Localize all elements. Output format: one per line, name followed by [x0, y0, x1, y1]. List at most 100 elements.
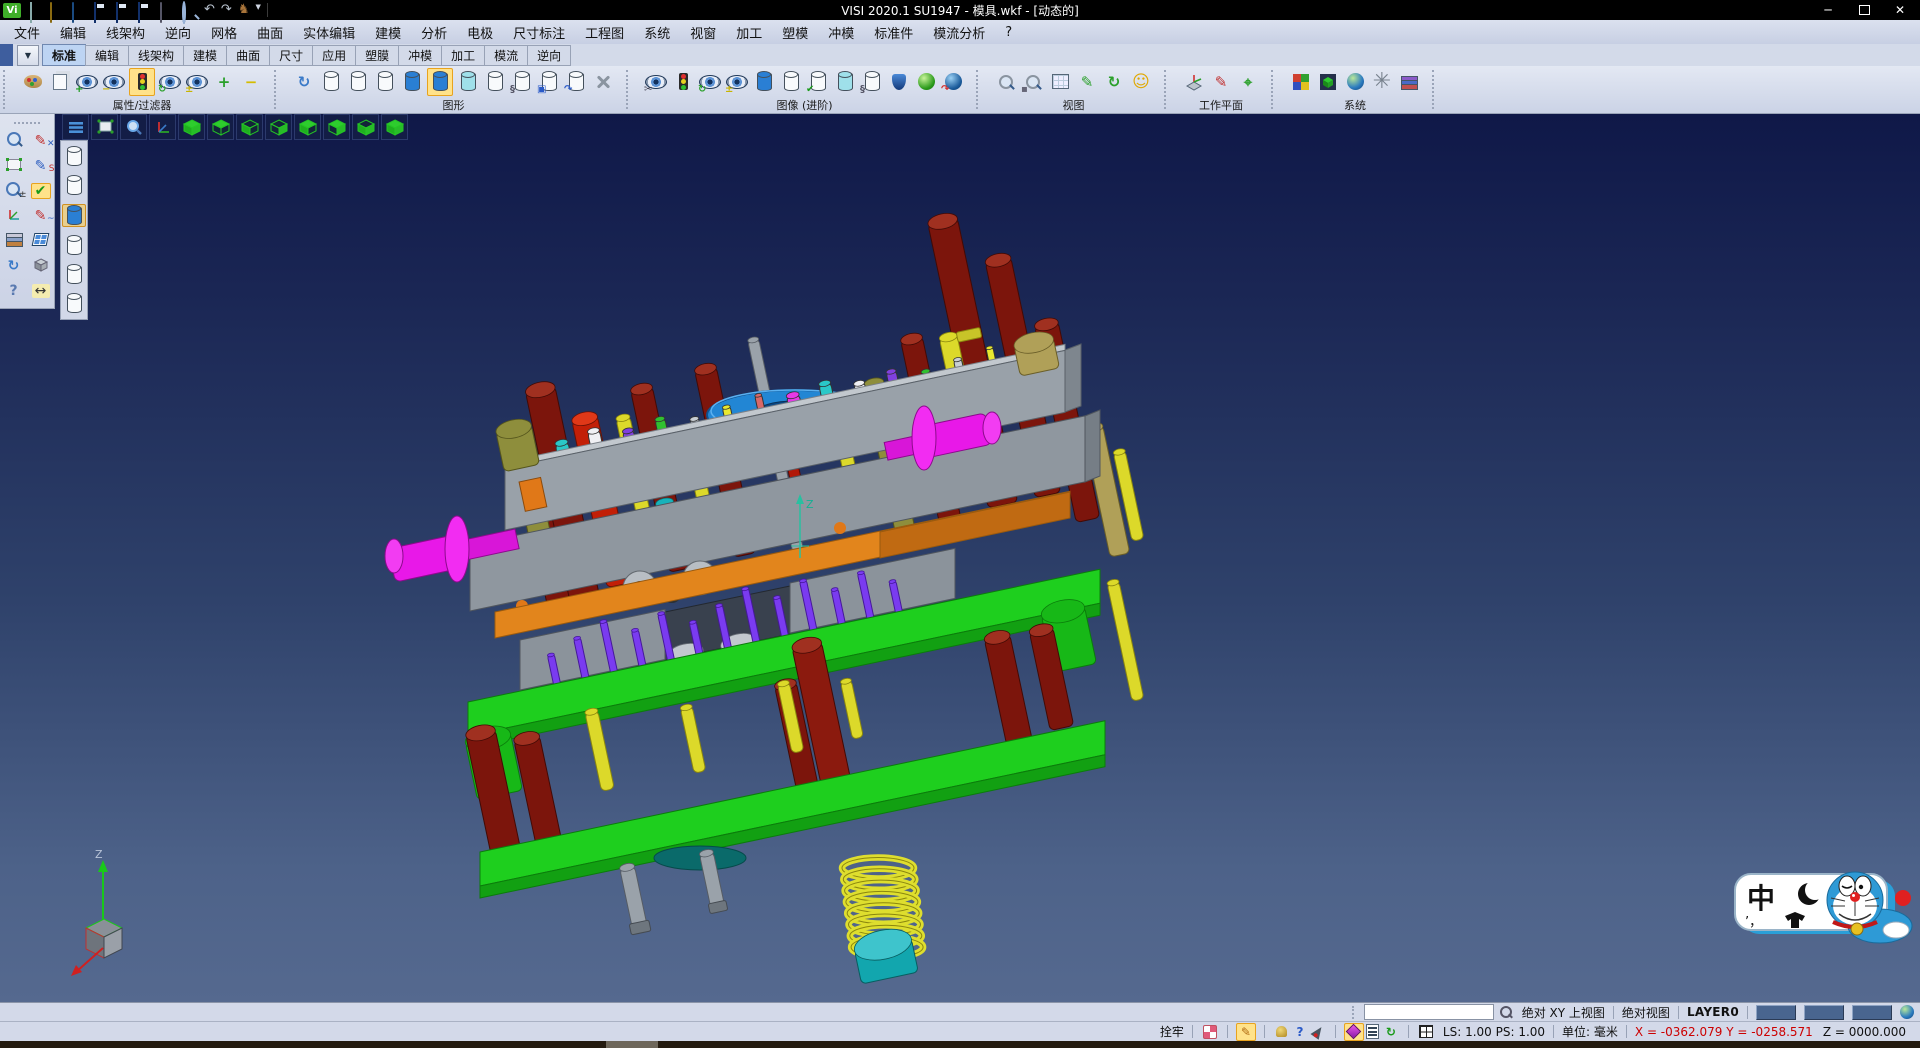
workplane-edit-icon[interactable]: ✎ — [1209, 69, 1233, 95]
sketch-icon[interactable]: ✎S — [32, 159, 50, 173]
rotate-mode-icon[interactable]: ↻ — [1382, 1024, 1400, 1040]
render-sphere-icon[interactable] — [914, 69, 938, 95]
menu-item[interactable]: 分析 — [411, 20, 457, 44]
shaded-icon[interactable] — [400, 69, 424, 95]
redo-icon[interactable]: ↷ — [221, 3, 232, 17]
toolbar-grip[interactable] — [1432, 70, 1439, 109]
smiley-render-icon[interactable]: ☺ — [1129, 69, 1153, 95]
toolbar-tab[interactable]: 曲面 — [226, 45, 270, 66]
window-tile-icon[interactable] — [32, 233, 50, 249]
zoom-dynamic-icon[interactable] — [120, 114, 147, 140]
orbit-view-icon[interactable]: ↻ — [1102, 69, 1126, 95]
view-swatch-2[interactable] — [1804, 1005, 1844, 1020]
globe-status-icon[interactable] — [1900, 1005, 1914, 1019]
render-shaded-icon[interactable] — [752, 69, 776, 95]
visibility-filter-icon[interactable] — [129, 68, 155, 96]
menu-item[interactable]: 文件 — [4, 20, 50, 44]
environment-icon[interactable]: ↷ — [941, 69, 965, 95]
palette-grip[interactable] — [14, 122, 40, 124]
show-add-icon[interactable]: + — [75, 69, 99, 95]
measure-distance-icon[interactable]: ↔ — [32, 284, 50, 298]
dynamic-rotate-icon[interactable] — [5, 207, 23, 225]
workplane-align-icon[interactable]: ⌖ — [1236, 69, 1260, 95]
zoom-extents-icon[interactable] — [91, 114, 118, 140]
toolbar-grip[interactable] — [626, 70, 633, 109]
undo-icon[interactable]: ↶ — [204, 3, 215, 17]
clip-section-icon[interactable]: § — [510, 69, 534, 95]
view-top-icon[interactable] — [207, 114, 234, 140]
toolbar-tab[interactable]: 冲模 — [398, 45, 442, 66]
taskbar-segment[interactable] — [606, 1041, 658, 1048]
box-section-icon[interactable]: ▣ — [537, 69, 561, 95]
menu-item[interactable]: 标准件 — [864, 20, 923, 44]
graphics-settings-icon[interactable] — [591, 69, 615, 95]
confirm-icon[interactable]: ✔ — [31, 183, 51, 199]
hide-remove-icon[interactable]: − — [102, 69, 126, 95]
view-table-icon[interactable] — [1048, 69, 1072, 95]
menu-item[interactable]: 电极 — [457, 20, 503, 44]
menu-item[interactable]: 逆向 — [155, 20, 201, 44]
toolbar-tab[interactable]: 加工 — [441, 45, 485, 66]
solid-preview-icon[interactable] — [32, 257, 50, 275]
zoom-window-icon[interactable]: ▪ — [1021, 69, 1045, 95]
maximize-button[interactable] — [1846, 0, 1882, 20]
view-ref-label[interactable]: 绝对视图 — [1622, 1004, 1670, 1021]
render-locked-icon[interactable] — [63, 293, 85, 314]
search-icon[interactable] — [1500, 1006, 1512, 1018]
ucs-axis-icon[interactable] — [149, 114, 176, 140]
material-shield-icon[interactable] — [887, 69, 911, 95]
render-filter-icon[interactable] — [671, 69, 695, 95]
help-query-icon[interactable]: ? — [5, 284, 23, 298]
zoom-previous-icon[interactable] — [994, 69, 1018, 95]
layer-manager-icon[interactable] — [5, 233, 23, 248]
view-swatch-3[interactable] — [1852, 1005, 1892, 1020]
render-clip-icon[interactable]: § — [860, 69, 884, 95]
menu-item[interactable]: 编辑 — [50, 20, 96, 44]
regen-view-icon[interactable]: ↻ — [698, 69, 722, 95]
menu-item[interactable]: 线架构 — [96, 20, 155, 44]
transparent-shaded-icon[interactable] — [456, 69, 480, 95]
refresh-view-icon[interactable]: ↻ — [5, 259, 23, 273]
gem-snap-icon[interactable] — [1344, 1023, 1364, 1041]
toggle-visibility-icon[interactable]: ± — [185, 69, 209, 95]
context-help-icon[interactable]: ? — [1291, 1024, 1309, 1040]
status-grip[interactable] — [1352, 1006, 1358, 1019]
view-left-icon[interactable] — [236, 114, 263, 140]
toolbar-tab[interactable]: 塑膜 — [355, 45, 399, 66]
minimize-button[interactable]: ─ — [1810, 0, 1846, 20]
system-settings-icon[interactable] — [1289, 69, 1313, 95]
layer-bars-icon[interactable] — [1364, 1024, 1382, 1040]
render-white-icon[interactable] — [779, 69, 803, 95]
tab-dropdown-icon[interactable]: ▼ — [17, 45, 39, 66]
3d-viewport[interactable]: ZZ ✎✕ ✎S ± ✔ ✎~ — [0, 113, 1920, 1002]
render-transparent-icon[interactable] — [833, 69, 857, 95]
refresh-visibility-icon[interactable]: ↻ — [158, 69, 182, 95]
viewport-menu-icon[interactable] — [62, 114, 89, 140]
menu-item[interactable]: 工程图 — [575, 20, 634, 44]
toolbar-tab[interactable]: 编辑 — [85, 45, 129, 66]
flat-shaded-icon[interactable] — [483, 69, 507, 95]
toolbar-grip[interactable] — [1271, 70, 1278, 109]
hide-all-icon[interactable]: − — [239, 69, 263, 95]
toggle-view-icon[interactable]: ± — [725, 69, 749, 95]
toolbar-tab[interactable]: 线架构 — [128, 45, 184, 66]
new-file-icon[interactable] — [30, 2, 32, 23]
view-iso2-icon[interactable] — [381, 114, 408, 140]
library-icon[interactable] — [1397, 69, 1421, 95]
save-as-icon[interactable] — [116, 2, 118, 23]
delete-entity-icon[interactable]: ✎✕ — [32, 134, 50, 148]
clip-view-icon[interactable]: ✂ — [644, 69, 668, 95]
toolbar-grip[interactable] — [274, 70, 281, 109]
render-shaded-active-icon[interactable] — [62, 204, 86, 227]
render-hidden-icon[interactable] — [63, 175, 85, 196]
view-mode-label[interactable]: 绝对 XY 上视图 — [1522, 1004, 1605, 1021]
toolbar-tab[interactable]: 模流 — [484, 45, 528, 66]
attribute-manager-icon[interactable] — [21, 69, 45, 95]
os-taskbar[interactable] — [0, 1041, 1920, 1048]
lock-label[interactable]: 拴牢 — [1160, 1023, 1184, 1040]
toolbar-options-icon[interactable]: ▼ — [255, 3, 260, 17]
search-input[interactable] — [1364, 1004, 1494, 1020]
globe-options-icon[interactable] — [1343, 69, 1367, 95]
draw-mode-icon[interactable]: ✎ — [1236, 1023, 1256, 1041]
toolbar-grip[interactable] — [3, 70, 10, 109]
